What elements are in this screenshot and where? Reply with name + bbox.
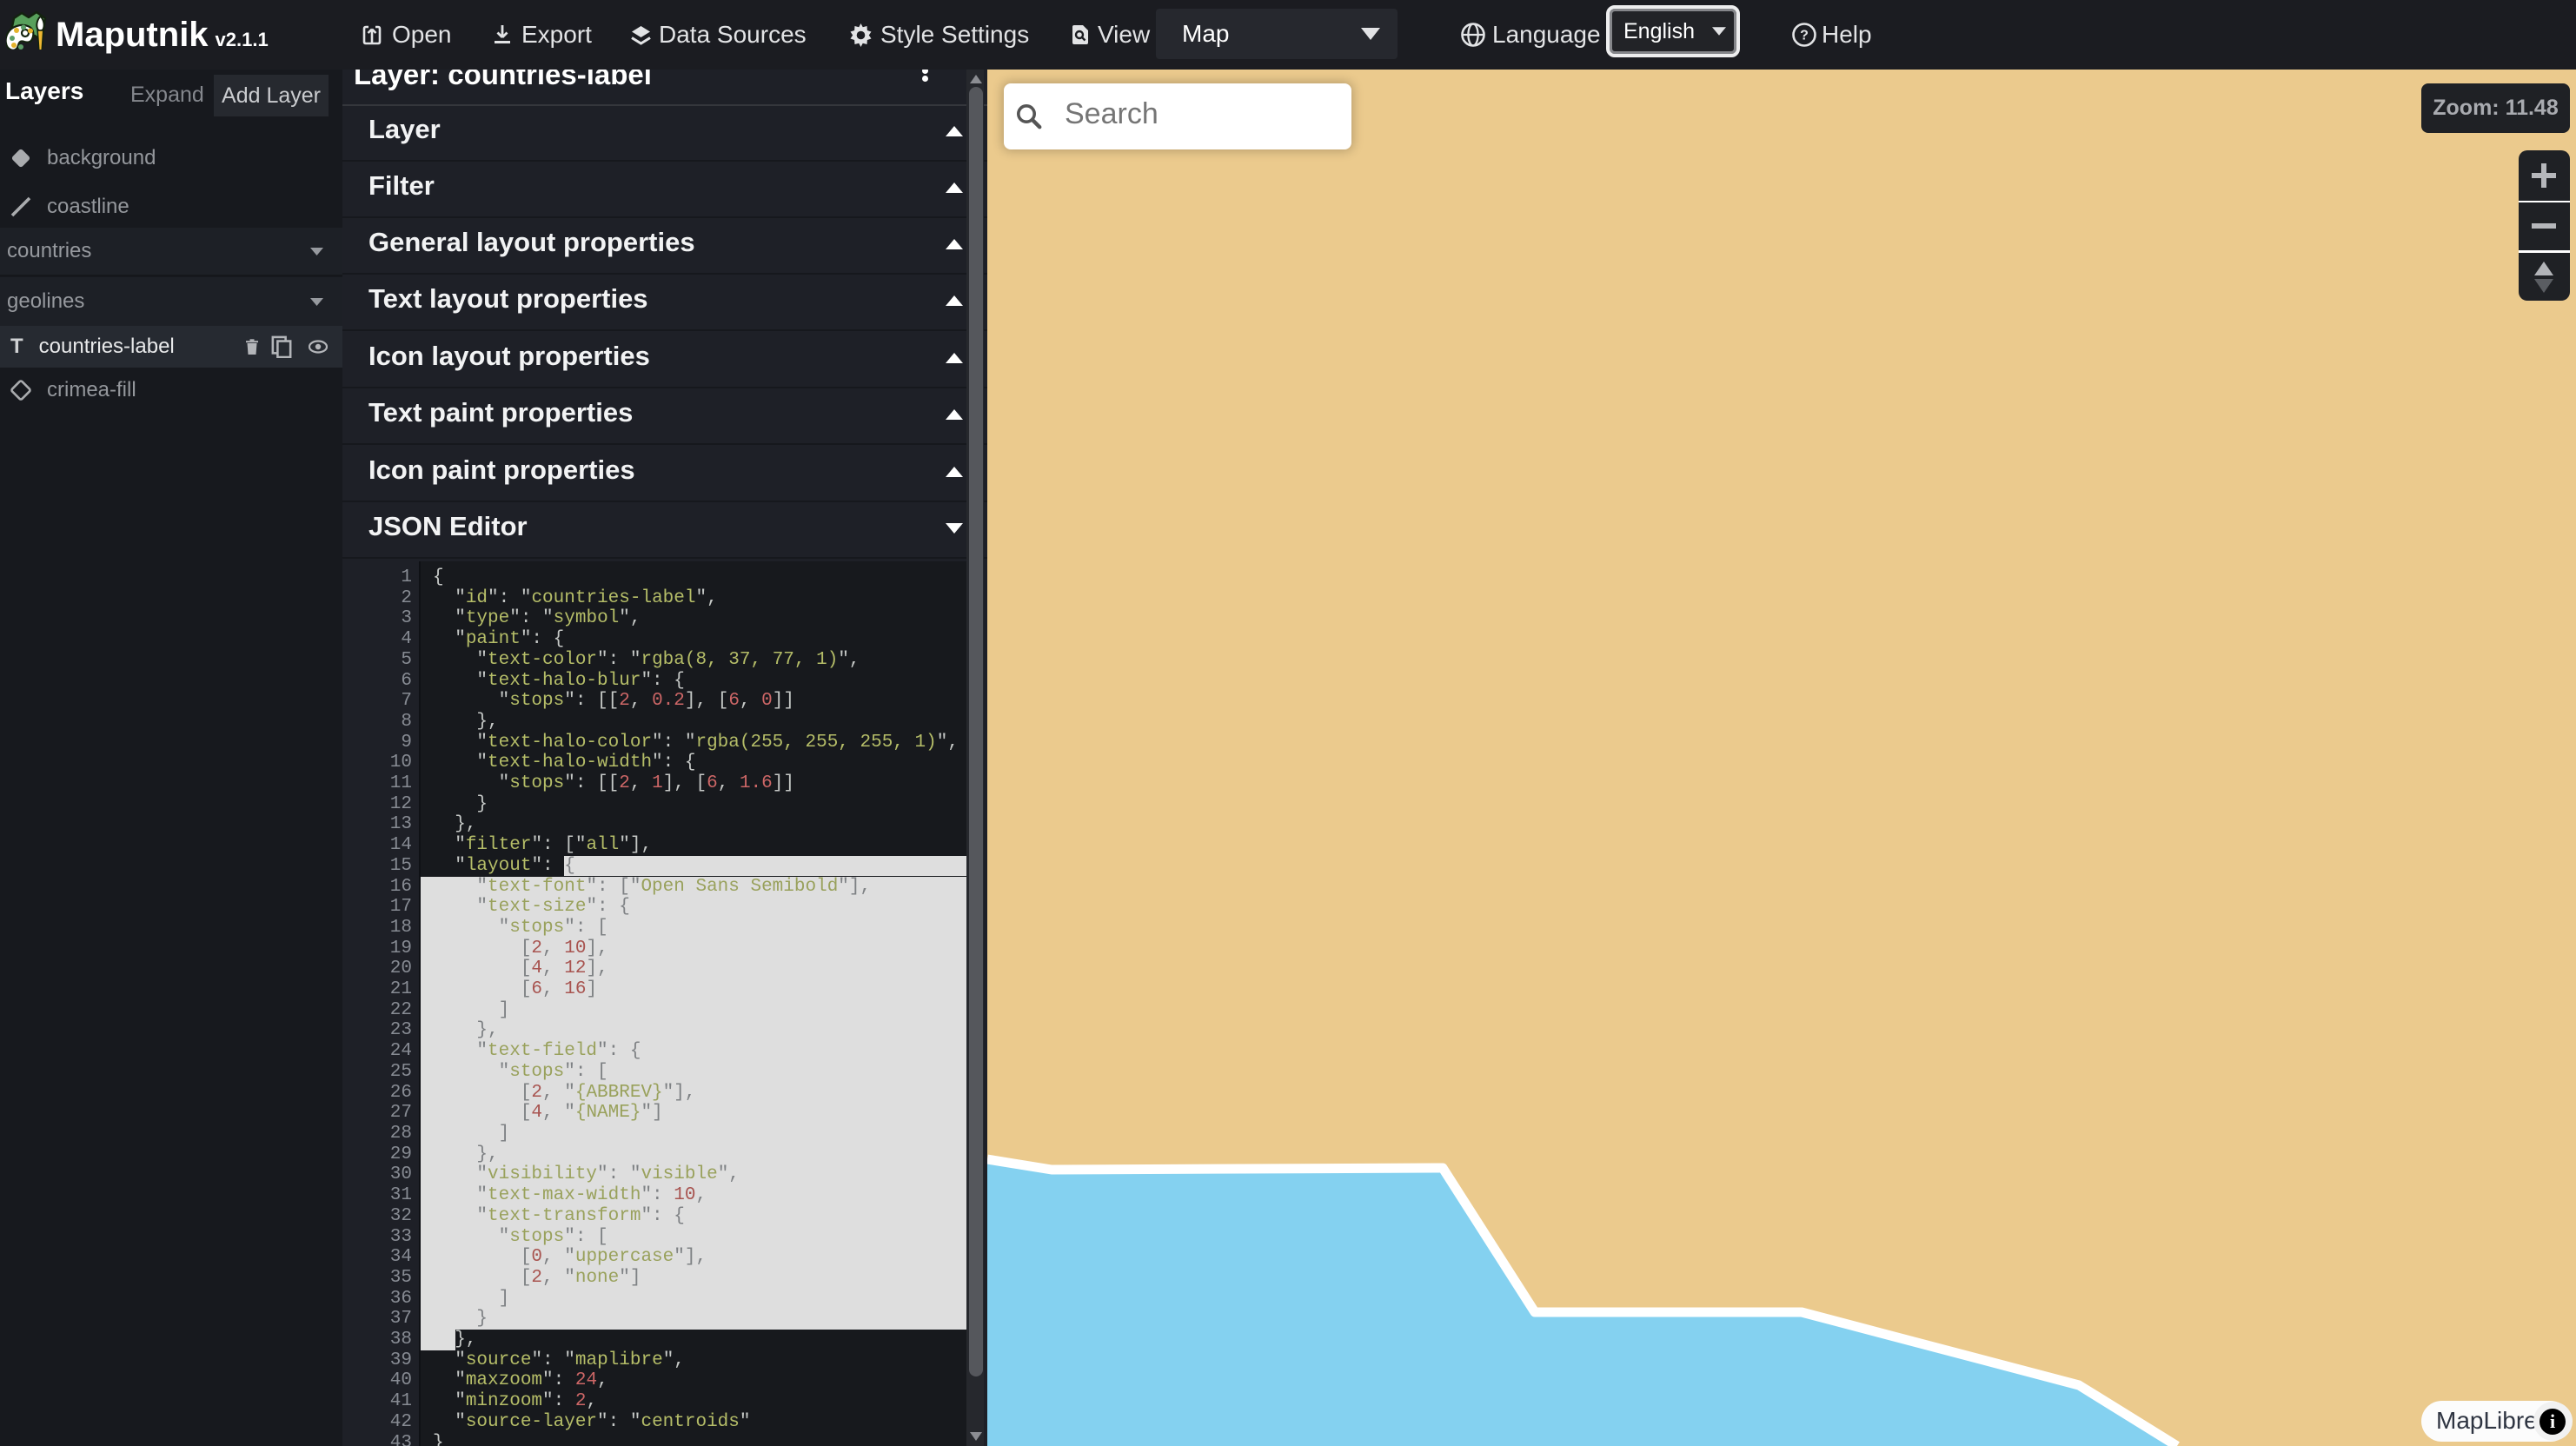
svg-text:?: ? [1800,29,1809,43]
